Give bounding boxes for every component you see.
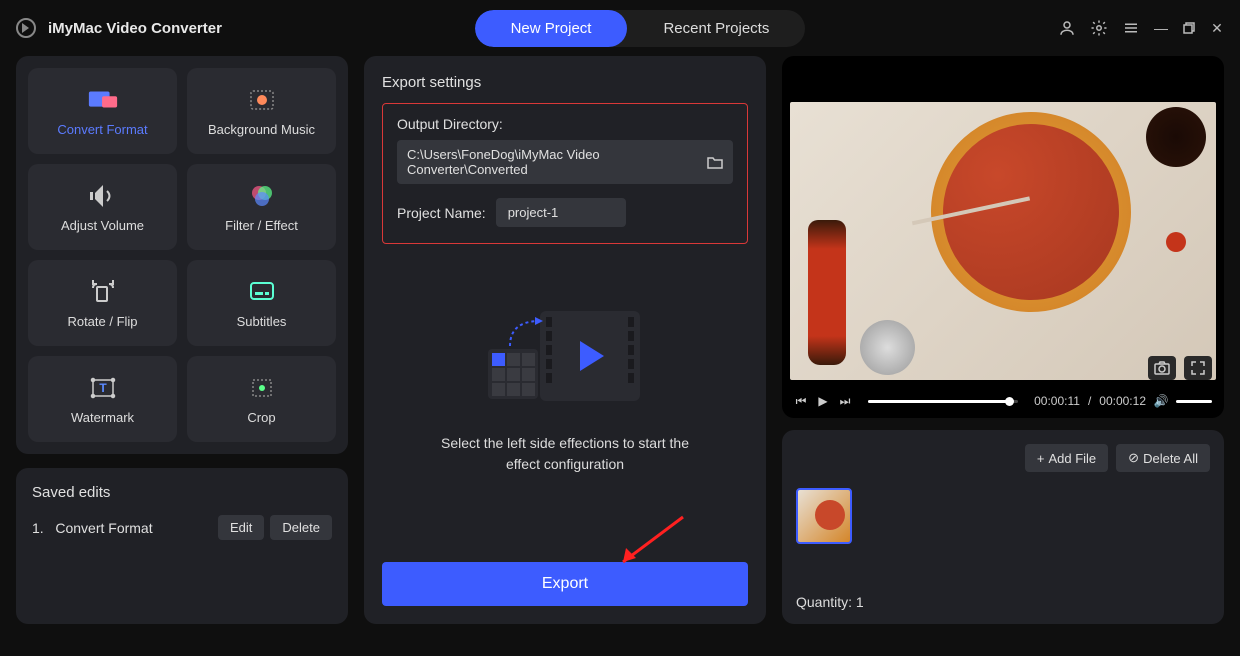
window-maximize[interactable] <box>1182 21 1196 35</box>
effect-label: Convert Format <box>57 122 147 137</box>
tab-recent-projects[interactable]: Recent Projects <box>627 10 805 47</box>
output-dir-field[interactable]: C:\Users\FoneDog\iMyMac Video Converter\… <box>397 140 733 184</box>
saved-edits-panel: Saved edits 1. Convert Format Edit Delet… <box>16 468 348 624</box>
effect-adjust-volume[interactable]: Adjust Volume <box>28 164 177 250</box>
sidebar: Convert Format Background Music Adjust V… <box>16 56 348 624</box>
project-name-input[interactable] <box>496 198 626 227</box>
watermark-icon: T <box>87 374 119 402</box>
app-title: iMyMac Video Converter <box>48 20 222 37</box>
annotation-arrow <box>382 532 748 562</box>
add-file-button[interactable]: +Add File <box>1025 444 1108 472</box>
effect-background-music[interactable]: Background Music <box>187 68 336 154</box>
snapshot-icon[interactable] <box>1148 356 1176 380</box>
titlebar-actions: — ✕ <box>1058 19 1224 37</box>
tab-new-project[interactable]: New Project <box>475 10 628 47</box>
effect-label: Watermark <box>71 410 134 425</box>
next-button[interactable]: ⏭ <box>838 394 852 409</box>
output-dir-label: Output Directory: <box>397 116 733 132</box>
saved-item-label: Convert Format <box>55 520 152 536</box>
effect-label: Filter / Effect <box>225 218 298 233</box>
video-preview: ⏮ ▶ ⏭ 00:00:11 / 00:00:12 🔊 <box>782 56 1224 418</box>
effects-panel: Convert Format Background Music Adjust V… <box>16 56 348 454</box>
menu-icon[interactable] <box>1122 19 1140 37</box>
svg-text:T: T <box>99 381 107 395</box>
play-button[interactable]: ▶ <box>816 394 830 408</box>
project-name-label: Project Name: <box>397 205 486 221</box>
export-panel: Export settings Output Directory: C:\Use… <box>364 56 766 624</box>
effect-hint: Select the left side effections to start… <box>441 433 689 475</box>
volume-icon[interactable]: 🔊 <box>1154 394 1168 408</box>
app-logo-icon <box>16 18 36 38</box>
output-dir-value: C:\Users\FoneDog\iMyMac Video Converter\… <box>407 147 707 177</box>
music-icon <box>246 86 278 114</box>
project-tabs: New Project Recent Projects <box>475 10 806 47</box>
titlebar: iMyMac Video Converter New Project Recen… <box>0 0 1240 56</box>
convert-format-icon <box>87 86 119 114</box>
subtitles-icon <box>246 278 278 306</box>
effect-label: Background Music <box>208 122 315 137</box>
delete-button[interactable]: Delete <box>270 515 332 540</box>
quantity-label: Quantity: 1 <box>796 594 1210 610</box>
edit-button[interactable]: Edit <box>218 515 264 540</box>
filter-icon <box>246 182 278 210</box>
effect-placeholder-graphic <box>480 301 650 411</box>
file-thumbnail[interactable] <box>796 488 852 544</box>
files-panel: +Add File ⊘Delete All Quantity: 1 <box>782 430 1224 624</box>
window-close[interactable]: ✕ <box>1210 21 1224 35</box>
time-total: 00:00:12 <box>1099 394 1146 408</box>
player-controls: ⏮ ▶ ⏭ 00:00:11 / 00:00:12 🔊 <box>782 388 1224 418</box>
effect-label: Crop <box>247 410 275 425</box>
rotate-icon <box>87 278 119 306</box>
effect-label: Adjust Volume <box>61 218 144 233</box>
export-button[interactable]: Export <box>382 562 748 606</box>
video-frame[interactable] <box>790 102 1216 380</box>
effect-convert-format[interactable]: Convert Format <box>28 68 177 154</box>
effect-filter[interactable]: Filter / Effect <box>187 164 336 250</box>
browse-folder-icon[interactable] <box>707 155 723 169</box>
saved-index: 1. <box>32 520 44 536</box>
crop-icon <box>246 374 278 402</box>
volume-slider[interactable] <box>1176 400 1212 403</box>
saved-edit-row: 1. Convert Format Edit Delete <box>32 515 332 540</box>
time-current: 00:00:11 <box>1034 394 1080 408</box>
effect-rotate[interactable]: Rotate / Flip <box>28 260 177 346</box>
effect-label: Rotate / Flip <box>67 314 137 329</box>
export-settings-title: Export settings <box>382 74 748 91</box>
delete-all-button[interactable]: ⊘Delete All <box>1116 444 1210 472</box>
effect-crop[interactable]: Crop <box>187 356 336 442</box>
progress-bar[interactable] <box>868 400 1018 403</box>
effect-subtitles[interactable]: Subtitles <box>187 260 336 346</box>
effect-watermark[interactable]: T Watermark <box>28 356 177 442</box>
saved-edits-title: Saved edits <box>32 484 332 501</box>
window-minimize[interactable]: — <box>1154 21 1168 35</box>
account-icon[interactable] <box>1058 19 1076 37</box>
fullscreen-icon[interactable] <box>1184 356 1212 380</box>
effect-label: Subtitles <box>237 314 287 329</box>
settings-icon[interactable] <box>1090 19 1108 37</box>
volume-icon <box>87 182 119 210</box>
prev-button[interactable]: ⏮ <box>794 394 808 409</box>
export-settings-box: Output Directory: C:\Users\FoneDog\iMyMa… <box>382 103 748 244</box>
